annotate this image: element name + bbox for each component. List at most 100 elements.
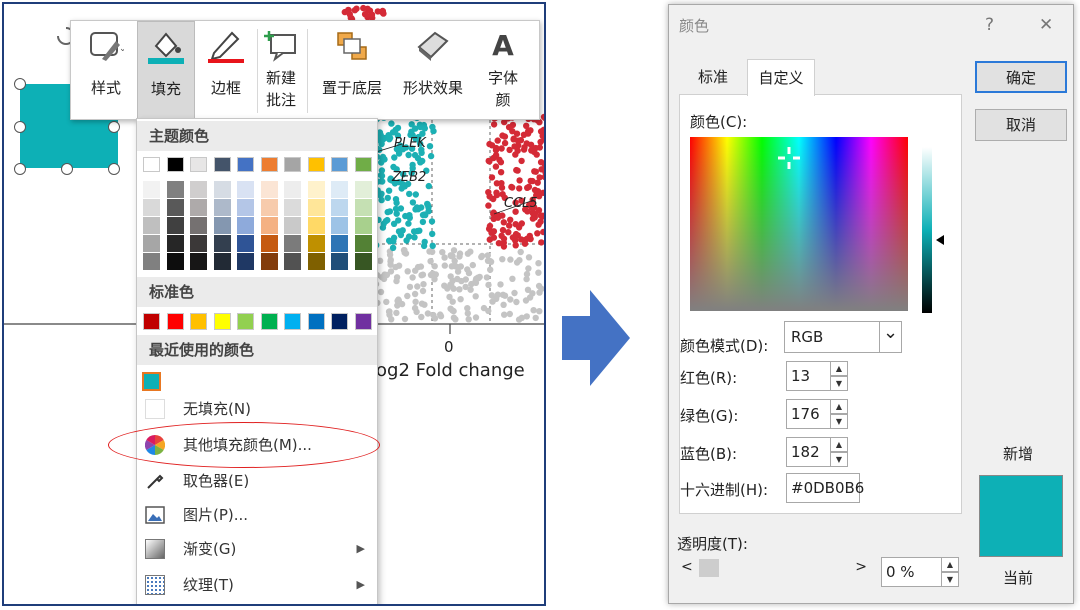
green-spinner[interactable]: ▲ ▼ <box>830 399 848 429</box>
shape-effects-button[interactable]: 形状效果 <box>395 21 471 121</box>
theme-color-swatch[interactable] <box>166 157 184 172</box>
menu-item-no-fill[interactable]: 无填充(N) <box>137 393 377 425</box>
selection-handle-e[interactable] <box>108 121 120 133</box>
border-button[interactable]: 边框 <box>197 21 255 121</box>
theme-tint-swatch[interactable] <box>143 235 160 252</box>
standard-color-swatch[interactable] <box>307 313 325 330</box>
standard-color-swatch[interactable] <box>166 313 184 330</box>
menu-item-texture[interactable]: 纹理(T) ▶ <box>137 569 377 601</box>
theme-tint-swatch[interactable] <box>260 235 278 252</box>
theme-tint-swatch[interactable] <box>331 235 348 252</box>
standard-color-swatch[interactable] <box>143 313 160 330</box>
close-icon[interactable]: ✕ <box>1039 15 1053 35</box>
theme-tint-swatch[interactable] <box>260 181 278 198</box>
selection-handle-nw[interactable] <box>14 78 26 90</box>
green-input[interactable]: 176 <box>786 399 832 429</box>
theme-tint-swatch[interactable] <box>143 181 160 198</box>
scroll-left-icon[interactable]: < <box>681 559 693 575</box>
theme-color-swatch[interactable] <box>331 157 348 172</box>
fill-button[interactable]: 填充 <box>137 21 195 121</box>
theme-tint-swatch[interactable] <box>190 235 207 252</box>
theme-tint-swatch[interactable] <box>166 253 184 270</box>
theme-tint-swatch[interactable] <box>331 199 348 216</box>
theme-tint-swatch[interactable] <box>354 181 372 198</box>
theme-tint-swatch[interactable] <box>307 199 325 216</box>
theme-color-swatch[interactable] <box>190 157 207 172</box>
tab-custom[interactable]: 自定义 <box>747 59 815 96</box>
theme-tint-swatch[interactable] <box>166 181 184 198</box>
theme-tint-swatch[interactable] <box>354 253 372 270</box>
theme-tint-swatch[interactable] <box>237 199 254 216</box>
transparency-slider[interactable]: < > <box>677 557 873 581</box>
transparency-spinner[interactable]: ▲ ▼ <box>941 557 959 587</box>
theme-tint-swatch[interactable] <box>213 199 231 216</box>
theme-tint-swatch[interactable] <box>190 253 207 270</box>
theme-tint-swatch[interactable] <box>331 253 348 270</box>
transparency-input[interactable]: 0 % <box>881 557 943 587</box>
theme-tint-swatch[interactable] <box>307 235 325 252</box>
standard-color-swatch[interactable] <box>190 313 207 330</box>
theme-tint-swatch[interactable] <box>166 199 184 216</box>
theme-tint-swatch[interactable] <box>190 199 207 216</box>
standard-color-swatch[interactable] <box>237 313 254 330</box>
theme-tint-swatch[interactable] <box>284 181 301 198</box>
theme-tint-swatch[interactable] <box>354 217 372 234</box>
ok-button[interactable]: 确定 <box>975 61 1067 93</box>
cancel-button[interactable]: 取消 <box>975 109 1067 141</box>
theme-tint-swatch[interactable] <box>354 199 372 216</box>
selection-handle-sw[interactable] <box>14 163 26 175</box>
theme-tint-swatch[interactable] <box>331 217 348 234</box>
luminance-bar[interactable] <box>922 147 932 313</box>
theme-tint-swatch[interactable] <box>237 235 254 252</box>
theme-color-swatch[interactable] <box>354 157 372 172</box>
standard-color-swatch[interactable] <box>331 313 348 330</box>
standard-color-swatch[interactable] <box>284 313 301 330</box>
theme-tint-swatch[interactable] <box>284 235 301 252</box>
standard-color-swatch[interactable] <box>354 313 372 330</box>
new-comment-button[interactable]: 新建 批注 <box>259 21 303 121</box>
theme-tint-swatch[interactable] <box>284 217 301 234</box>
theme-tint-swatch[interactable] <box>284 199 301 216</box>
theme-tint-swatch[interactable] <box>260 217 278 234</box>
theme-tint-swatch[interactable] <box>213 235 231 252</box>
theme-tint-swatch[interactable] <box>237 181 254 198</box>
blue-spinner[interactable]: ▲ ▼ <box>830 437 848 467</box>
theme-tint-swatch[interactable] <box>237 217 254 234</box>
theme-tint-swatch[interactable] <box>354 235 372 252</box>
selection-handle-w[interactable] <box>14 121 26 133</box>
theme-tint-swatch[interactable] <box>143 217 160 234</box>
red-input[interactable]: 13 <box>786 361 832 391</box>
standard-color-swatch[interactable] <box>213 313 231 330</box>
menu-item-picture[interactable]: 图片(P)... <box>137 499 377 531</box>
theme-tint-swatch[interactable] <box>260 253 278 270</box>
theme-color-swatch[interactable] <box>284 157 301 172</box>
theme-tint-swatch[interactable] <box>213 181 231 198</box>
theme-tint-swatch[interactable] <box>143 199 160 216</box>
theme-tint-swatch[interactable] <box>284 253 301 270</box>
tab-standard[interactable]: 标准 <box>683 59 743 95</box>
theme-tint-swatch[interactable] <box>190 181 207 198</box>
theme-color-swatch[interactable] <box>237 157 254 172</box>
blue-input[interactable]: 182 <box>786 437 832 467</box>
standard-color-swatch[interactable] <box>260 313 278 330</box>
theme-tint-swatch[interactable] <box>213 253 231 270</box>
theme-color-swatch[interactable] <box>213 157 231 172</box>
theme-tint-swatch[interactable] <box>237 253 254 270</box>
theme-tint-swatch[interactable] <box>143 253 160 270</box>
theme-tint-swatch[interactable] <box>166 235 184 252</box>
theme-tint-swatch[interactable] <box>190 217 207 234</box>
slider-thumb[interactable] <box>699 559 719 577</box>
theme-tint-swatch[interactable] <box>166 217 184 234</box>
style-button[interactable]: ⌄ 样式 <box>77 21 135 121</box>
theme-tint-swatch[interactable] <box>331 181 348 198</box>
theme-tint-swatch[interactable] <box>213 217 231 234</box>
recent-color-swatch[interactable] <box>142 372 161 391</box>
red-spinner[interactable]: ▲ ▼ <box>830 361 848 391</box>
theme-color-swatch[interactable] <box>307 157 325 172</box>
scroll-right-icon[interactable]: > <box>855 559 867 575</box>
theme-color-swatch[interactable] <box>143 157 160 172</box>
theme-tint-swatch[interactable] <box>307 181 325 198</box>
selection-handle-s[interactable] <box>61 163 73 175</box>
selection-handle-se[interactable] <box>108 163 120 175</box>
hex-input[interactable]: #0DB0B6 <box>786 473 864 503</box>
